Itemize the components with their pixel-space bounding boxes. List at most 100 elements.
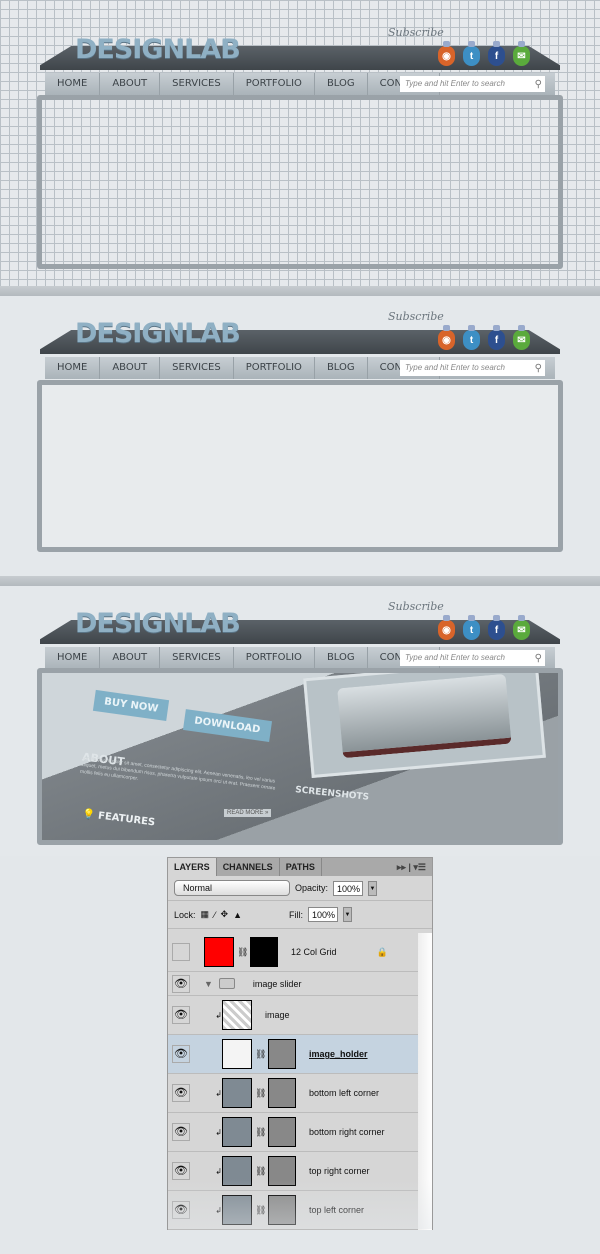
nav-home[interactable]: HOME	[45, 647, 101, 669]
nav-about[interactable]: ABOUT	[100, 357, 161, 379]
search-icon[interactable]: ⚲	[535, 361, 542, 377]
nav-about[interactable]: ABOUT	[100, 73, 161, 95]
layer-name: top right corner	[309, 1166, 370, 1176]
read-more-button[interactable]: READ MORE »	[224, 809, 272, 817]
layer-thumbnail[interactable]	[222, 1000, 252, 1030]
lock-transparency-icon[interactable]: ▦	[201, 909, 210, 920]
nav-services[interactable]: SERVICES	[160, 357, 234, 379]
tab-layers[interactable]: LAYERS	[168, 858, 217, 876]
mask-thumbnail[interactable]	[250, 937, 278, 967]
twitter-icon[interactable]: t	[463, 325, 480, 350]
mask-thumbnail[interactable]	[268, 1156, 296, 1186]
search-icon[interactable]: ⚲	[535, 651, 542, 667]
email-icon[interactable]: ✉	[513, 325, 530, 350]
layer-name: 12 Col Grid	[291, 947, 337, 957]
layer-row[interactable]: 👁 ▼ image slider	[168, 972, 418, 996]
layer-name: top left corner	[309, 1205, 365, 1215]
layer-thumbnail[interactable]	[222, 1117, 252, 1147]
fill-dropdown-icon[interactable]: ▼	[343, 907, 353, 922]
layer-thumbnail[interactable]	[222, 1156, 252, 1186]
lock-brush-icon[interactable]: ⁄	[214, 910, 216, 920]
layer-thumbnail[interactable]	[204, 937, 234, 967]
layer-name: image	[265, 1010, 290, 1020]
nav-blog[interactable]: BLOG	[315, 357, 368, 379]
layer-row[interactable]: ⛓ 12 Col Grid 🔒	[168, 933, 418, 972]
clip-arrow-icon: ↲	[215, 1010, 222, 1020]
eye-icon[interactable]: 👁	[172, 1162, 190, 1180]
layer-thumbnail[interactable]	[222, 1195, 252, 1225]
lightbulb-icon: 💡	[81, 808, 96, 822]
search-input[interactable]: Type and hit Enter to search ⚲	[400, 650, 545, 666]
nav-services[interactable]: SERVICES	[160, 647, 234, 669]
nav-portfolio[interactable]: PORTFOLIO	[234, 357, 315, 379]
link-icon[interactable]: ⛓	[255, 1205, 266, 1216]
facebook-icon[interactable]: f	[488, 615, 505, 640]
search-input[interactable]: Type and hit Enter to search ⚲	[400, 360, 545, 376]
eye-icon[interactable]: 👁	[172, 974, 190, 993]
link-icon[interactable]: ⛓	[255, 1127, 266, 1138]
blend-mode-select[interactable]: Normal	[174, 880, 290, 896]
twitter-icon[interactable]: t	[463, 41, 480, 66]
nav-services[interactable]: SERVICES	[160, 73, 234, 95]
opacity-input[interactable]: 100%	[333, 880, 364, 896]
lock-move-icon[interactable]: ✥	[221, 909, 229, 920]
layer-thumbnail[interactable]	[222, 1078, 252, 1108]
lock-label: Lock:	[174, 909, 196, 920]
opacity-dropdown-icon[interactable]: ▼	[368, 880, 378, 896]
nav-portfolio[interactable]: PORTFOLIO	[234, 73, 315, 95]
layer-row[interactable]: 👁 ↲ ⛓ bottom left corner	[168, 1074, 418, 1113]
facebook-icon[interactable]: f	[488, 325, 505, 350]
visibility-toggle[interactable]	[172, 943, 190, 961]
layer-row[interactable]: 👁 ⛓ image_holder	[168, 1035, 418, 1074]
eye-icon[interactable]: 👁	[172, 1045, 190, 1063]
eye-icon[interactable]: 👁	[172, 1123, 190, 1141]
tab-paths[interactable]: PATHS	[280, 858, 322, 876]
eye-icon[interactable]: 👁	[172, 1201, 190, 1219]
rss-icon[interactable]: ◉	[438, 325, 455, 350]
rss-icon[interactable]: ◉	[438, 615, 455, 640]
expand-triangle-icon[interactable]: ▼	[204, 979, 213, 989]
layers-panel: LAYERS CHANNELS PATHS ▸▸ | ▾☰ Normal Opa…	[167, 857, 433, 1230]
nav-blog[interactable]: BLOG	[315, 647, 368, 669]
download-button[interactable]: DOWNLOAD	[182, 709, 272, 742]
mask-thumbnail[interactable]	[268, 1078, 296, 1108]
twitter-icon[interactable]: t	[463, 615, 480, 640]
link-icon[interactable]: ⛓	[255, 1088, 266, 1099]
buy-now-button[interactable]: BUY NOW	[92, 689, 170, 722]
nav-home[interactable]: HOME	[45, 357, 101, 379]
layer-row[interactable]: 👁 ↲ ⛓ top left corner	[168, 1191, 418, 1230]
fill-input[interactable]: 100%	[308, 907, 339, 922]
panel-menu-icon[interactable]: ▸▸ | ▾☰	[391, 858, 432, 876]
eye-icon[interactable]: 👁	[172, 1084, 190, 1102]
rss-icon[interactable]: ◉	[438, 41, 455, 66]
divider	[0, 286, 600, 296]
layer-row[interactable]: 👁 ↲ ⛓ top right corner	[168, 1152, 418, 1191]
nav-portfolio[interactable]: PORTFOLIO	[234, 647, 315, 669]
layer-row[interactable]: 👁 ↲ image	[168, 996, 418, 1035]
mask-thumbnail[interactable]	[268, 1195, 296, 1225]
about-text: Lorem ipsum dolor sit amet, consectetur …	[79, 754, 276, 792]
lock-all-icon[interactable]: ▲	[233, 910, 242, 920]
search-input[interactable]: Type and hit Enter to search ⚲	[400, 76, 545, 92]
link-icon[interactable]: ⛓	[237, 947, 248, 958]
layer-thumbnail[interactable]	[222, 1039, 252, 1069]
site-logo[interactable]: DESIGNLAB	[75, 318, 241, 349]
email-icon[interactable]: ✉	[513, 615, 530, 640]
mask-thumbnail[interactable]	[268, 1117, 296, 1147]
search-icon[interactable]: ⚲	[535, 77, 542, 93]
tab-channels[interactable]: CHANNELS	[217, 858, 280, 876]
facebook-icon[interactable]: f	[488, 41, 505, 66]
mask-thumbnail[interactable]	[268, 1039, 296, 1069]
site-logo[interactable]: DESIGNLAB	[75, 608, 241, 639]
features-label: FEATURES	[97, 810, 156, 829]
link-icon[interactable]: ⛓	[255, 1049, 266, 1060]
nav-about[interactable]: ABOUT	[100, 647, 161, 669]
email-icon[interactable]: ✉	[513, 41, 530, 66]
link-icon[interactable]: ⛓	[255, 1166, 266, 1177]
nav-blog[interactable]: BLOG	[315, 73, 368, 95]
eye-icon[interactable]: 👁	[172, 1006, 190, 1024]
layer-row[interactable]: 👁 ↲ ⛓ bottom right corner	[168, 1113, 418, 1152]
nav-home[interactable]: HOME	[45, 73, 101, 95]
layers-scrollbar[interactable]	[418, 933, 432, 1230]
site-logo[interactable]: DESIGNLAB	[75, 34, 241, 65]
